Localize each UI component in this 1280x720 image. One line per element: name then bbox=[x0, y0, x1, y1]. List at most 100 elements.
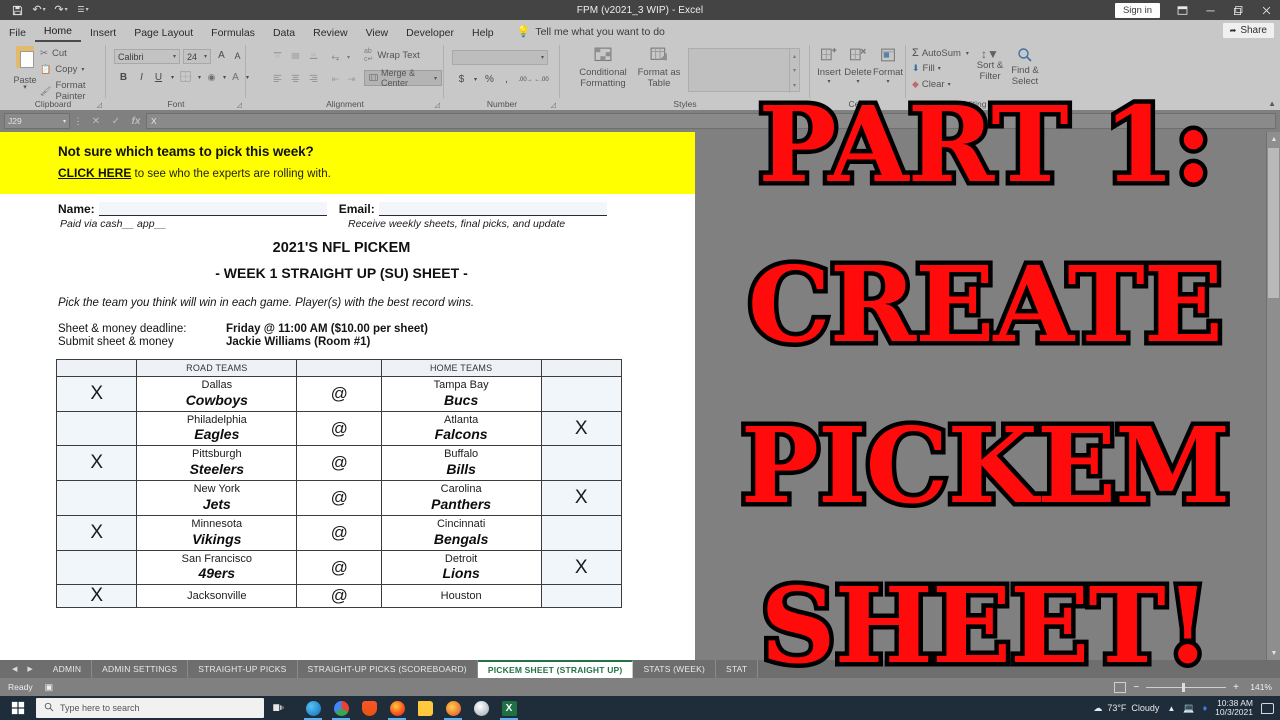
home-pick-cell[interactable]: X bbox=[540, 549, 623, 586]
sheet-tab-admin-settings[interactable]: ADMIN SETTINGS bbox=[92, 660, 189, 678]
increase-decimal-button[interactable]: .00→ bbox=[518, 72, 533, 87]
find-select-button[interactable]: Find & Select bbox=[1009, 47, 1041, 88]
comma-format-button[interactable]: , bbox=[499, 72, 514, 87]
sheet-next-icon[interactable]: ▶ bbox=[27, 665, 32, 673]
zoom-in-button[interactable]: + bbox=[1233, 682, 1239, 693]
cell-styles-gallery[interactable]: ▴ ▾ ▾ bbox=[688, 48, 800, 93]
edge-icon[interactable] bbox=[300, 696, 326, 720]
brave-icon[interactable] bbox=[356, 696, 382, 720]
road-pick-cell[interactable] bbox=[55, 410, 138, 447]
accounting-format-button[interactable]: $ bbox=[454, 72, 469, 87]
chevron-down-icon[interactable]: ▾ bbox=[81, 66, 84, 73]
zoom-out-button[interactable]: − bbox=[1133, 682, 1139, 693]
formula-bar-expand-handle[interactable]: ⋮ bbox=[70, 116, 86, 127]
vertical-scroll-thumb[interactable] bbox=[1268, 148, 1279, 298]
percent-format-button[interactable]: % bbox=[482, 72, 497, 87]
table-row[interactable]: Philadelphia Eagles @ Atlanta Falcons X bbox=[55, 410, 623, 447]
bold-button[interactable]: B bbox=[116, 70, 131, 85]
increase-font-size-button[interactable]: A bbox=[214, 48, 229, 63]
worksheet-document[interactable]: Not sure which teams to pick this week? … bbox=[0, 132, 695, 660]
name-box[interactable]: J29 ▾ bbox=[4, 113, 70, 129]
screen-recorder-icon[interactable] bbox=[468, 696, 494, 720]
table-row[interactable]: San Francisco 49ers @ Detroit Lions X bbox=[55, 549, 623, 586]
name-input[interactable] bbox=[98, 202, 327, 216]
network-icon[interactable]: 💻 bbox=[1183, 703, 1194, 714]
camtasia-icon[interactable] bbox=[440, 696, 466, 720]
chevron-down-icon[interactable]: ▾ bbox=[814, 78, 844, 85]
table-row[interactable]: X Dallas Cowboys @ Tampa Bay Bucs bbox=[55, 376, 623, 412]
clock[interactable]: 10:38 AM 10/3/2021 bbox=[1215, 698, 1253, 717]
sign-in-button[interactable]: Sign in bbox=[1114, 2, 1160, 18]
collapse-ribbon-icon[interactable]: ▲ bbox=[1268, 99, 1276, 108]
weather-widget[interactable]: ☁ 73°F Cloudy bbox=[1093, 703, 1159, 714]
align-right-button[interactable] bbox=[306, 72, 321, 86]
gallery-more-icon[interactable]: ▾ bbox=[793, 82, 796, 89]
table-row[interactable]: X Pittsburgh Steelers @ Buffalo Bills bbox=[55, 445, 623, 482]
zoom-level[interactable]: 141% bbox=[1246, 682, 1272, 692]
align-bottom-button[interactable] bbox=[306, 50, 321, 64]
alignment-dialog-launcher[interactable]: ◿ bbox=[435, 101, 440, 109]
sheet-tab-stat[interactable]: STAT bbox=[716, 660, 759, 678]
gallery-down-icon[interactable]: ▾ bbox=[793, 67, 796, 74]
ribbon-tab-page-layout[interactable]: Page Layout bbox=[125, 25, 202, 43]
sheet-tab-stats-week[interactable]: STATS (WEEK) bbox=[633, 660, 717, 678]
insert-cells-button[interactable]: Insert ▾ bbox=[814, 47, 844, 85]
format-cells-button[interactable]: Format ▾ bbox=[872, 47, 904, 85]
zoom-slider[interactable] bbox=[1146, 682, 1227, 692]
start-button-icon[interactable] bbox=[0, 696, 36, 720]
font-size-combo[interactable]: 24 ▾ bbox=[183, 49, 211, 64]
tell-me-search[interactable]: 💡 Tell me what you want to do bbox=[503, 22, 673, 42]
road-pick-cell[interactable]: X bbox=[55, 445, 138, 482]
close-button[interactable] bbox=[1252, 0, 1280, 20]
chevron-down-icon[interactable]: ▾ bbox=[948, 81, 951, 88]
font-dialog-launcher[interactable]: ◿ bbox=[237, 101, 242, 109]
scroll-down-icon[interactable]: ▼ bbox=[1267, 646, 1280, 660]
ribbon-tab-data[interactable]: Data bbox=[264, 25, 304, 43]
decrease-indent-button[interactable]: ⇤ bbox=[328, 72, 343, 86]
insert-function-icon[interactable]: fx bbox=[126, 116, 146, 127]
sheet-tab-straight-up-picks[interactable]: STRAIGHT-UP PICKS bbox=[188, 660, 298, 678]
format-as-table-button[interactable]: Format as Table bbox=[636, 47, 682, 90]
firefox-icon[interactable] bbox=[384, 696, 410, 720]
task-view-icon[interactable] bbox=[264, 696, 292, 720]
ribbon-tab-developer[interactable]: Developer bbox=[397, 25, 463, 43]
chevron-down-icon[interactable]: ▾ bbox=[843, 78, 873, 85]
vertical-scrollbar[interactable]: ▲ ▼ bbox=[1266, 132, 1280, 660]
paste-button[interactable]: Paste ▾ bbox=[8, 46, 42, 91]
dropbox-icon[interactable]: ♦ bbox=[1203, 703, 1208, 713]
sheet-tab-admin[interactable]: ADMIN bbox=[43, 660, 93, 678]
excel-icon[interactable]: X bbox=[496, 696, 522, 720]
align-top-button[interactable] bbox=[270, 50, 285, 64]
fill-button[interactable]: ⬇ Fill ▾ bbox=[912, 63, 941, 74]
accounting-dropdown[interactable]: ▾ bbox=[468, 72, 483, 87]
gallery-up-icon[interactable]: ▴ bbox=[793, 53, 796, 60]
italic-button[interactable]: I bbox=[134, 70, 149, 85]
wrap-text-button[interactable]: ab c↵ Wrap Text bbox=[364, 48, 420, 63]
table-row[interactable]: X Jacksonville @ Houston bbox=[55, 584, 623, 609]
home-pick-cell[interactable] bbox=[540, 514, 623, 551]
search-input[interactable]: Type here to search bbox=[36, 698, 264, 718]
chevron-down-icon[interactable]: ▾ bbox=[8, 84, 42, 91]
font-name-combo[interactable]: Calibri ▾ bbox=[114, 49, 180, 64]
decrease-font-size-button[interactable]: A bbox=[230, 48, 245, 63]
notifications-icon[interactable] bbox=[1261, 702, 1274, 714]
align-middle-button[interactable] bbox=[288, 50, 303, 64]
share-button[interactable]: ➦ Share bbox=[1222, 23, 1274, 38]
email-input[interactable] bbox=[378, 202, 607, 216]
clipboard-dialog-launcher[interactable]: ◿ bbox=[97, 101, 102, 109]
number-format-combo[interactable]: ▾ bbox=[452, 50, 548, 65]
restore-button[interactable] bbox=[1224, 0, 1252, 20]
underline-button[interactable]: U bbox=[151, 70, 166, 85]
conditional-formatting-button[interactable]: Conditional Formatting bbox=[574, 47, 632, 90]
sheet-nav-arrows[interactable]: ◀ ▶ bbox=[0, 660, 43, 678]
align-center-button[interactable] bbox=[288, 72, 303, 86]
merge-center-button[interactable]: Merge & Center ▾ bbox=[364, 68, 442, 88]
home-pick-cell[interactable]: X bbox=[540, 480, 623, 516]
chrome-icon[interactable] bbox=[328, 696, 354, 720]
sort-filter-button[interactable]: ↕▼ Sort & Filter bbox=[974, 47, 1006, 83]
copy-button[interactable]: 📋 Copy ▾ bbox=[40, 64, 84, 75]
road-pick-cell[interactable]: X bbox=[55, 376, 138, 412]
home-pick-cell[interactable] bbox=[540, 445, 623, 482]
sheet-prev-icon[interactable]: ◀ bbox=[12, 665, 17, 673]
sheet-tab-straight-up-picks-scoreboard[interactable]: STRAIGHT-UP PICKS (SCOREBOARD) bbox=[298, 660, 478, 678]
